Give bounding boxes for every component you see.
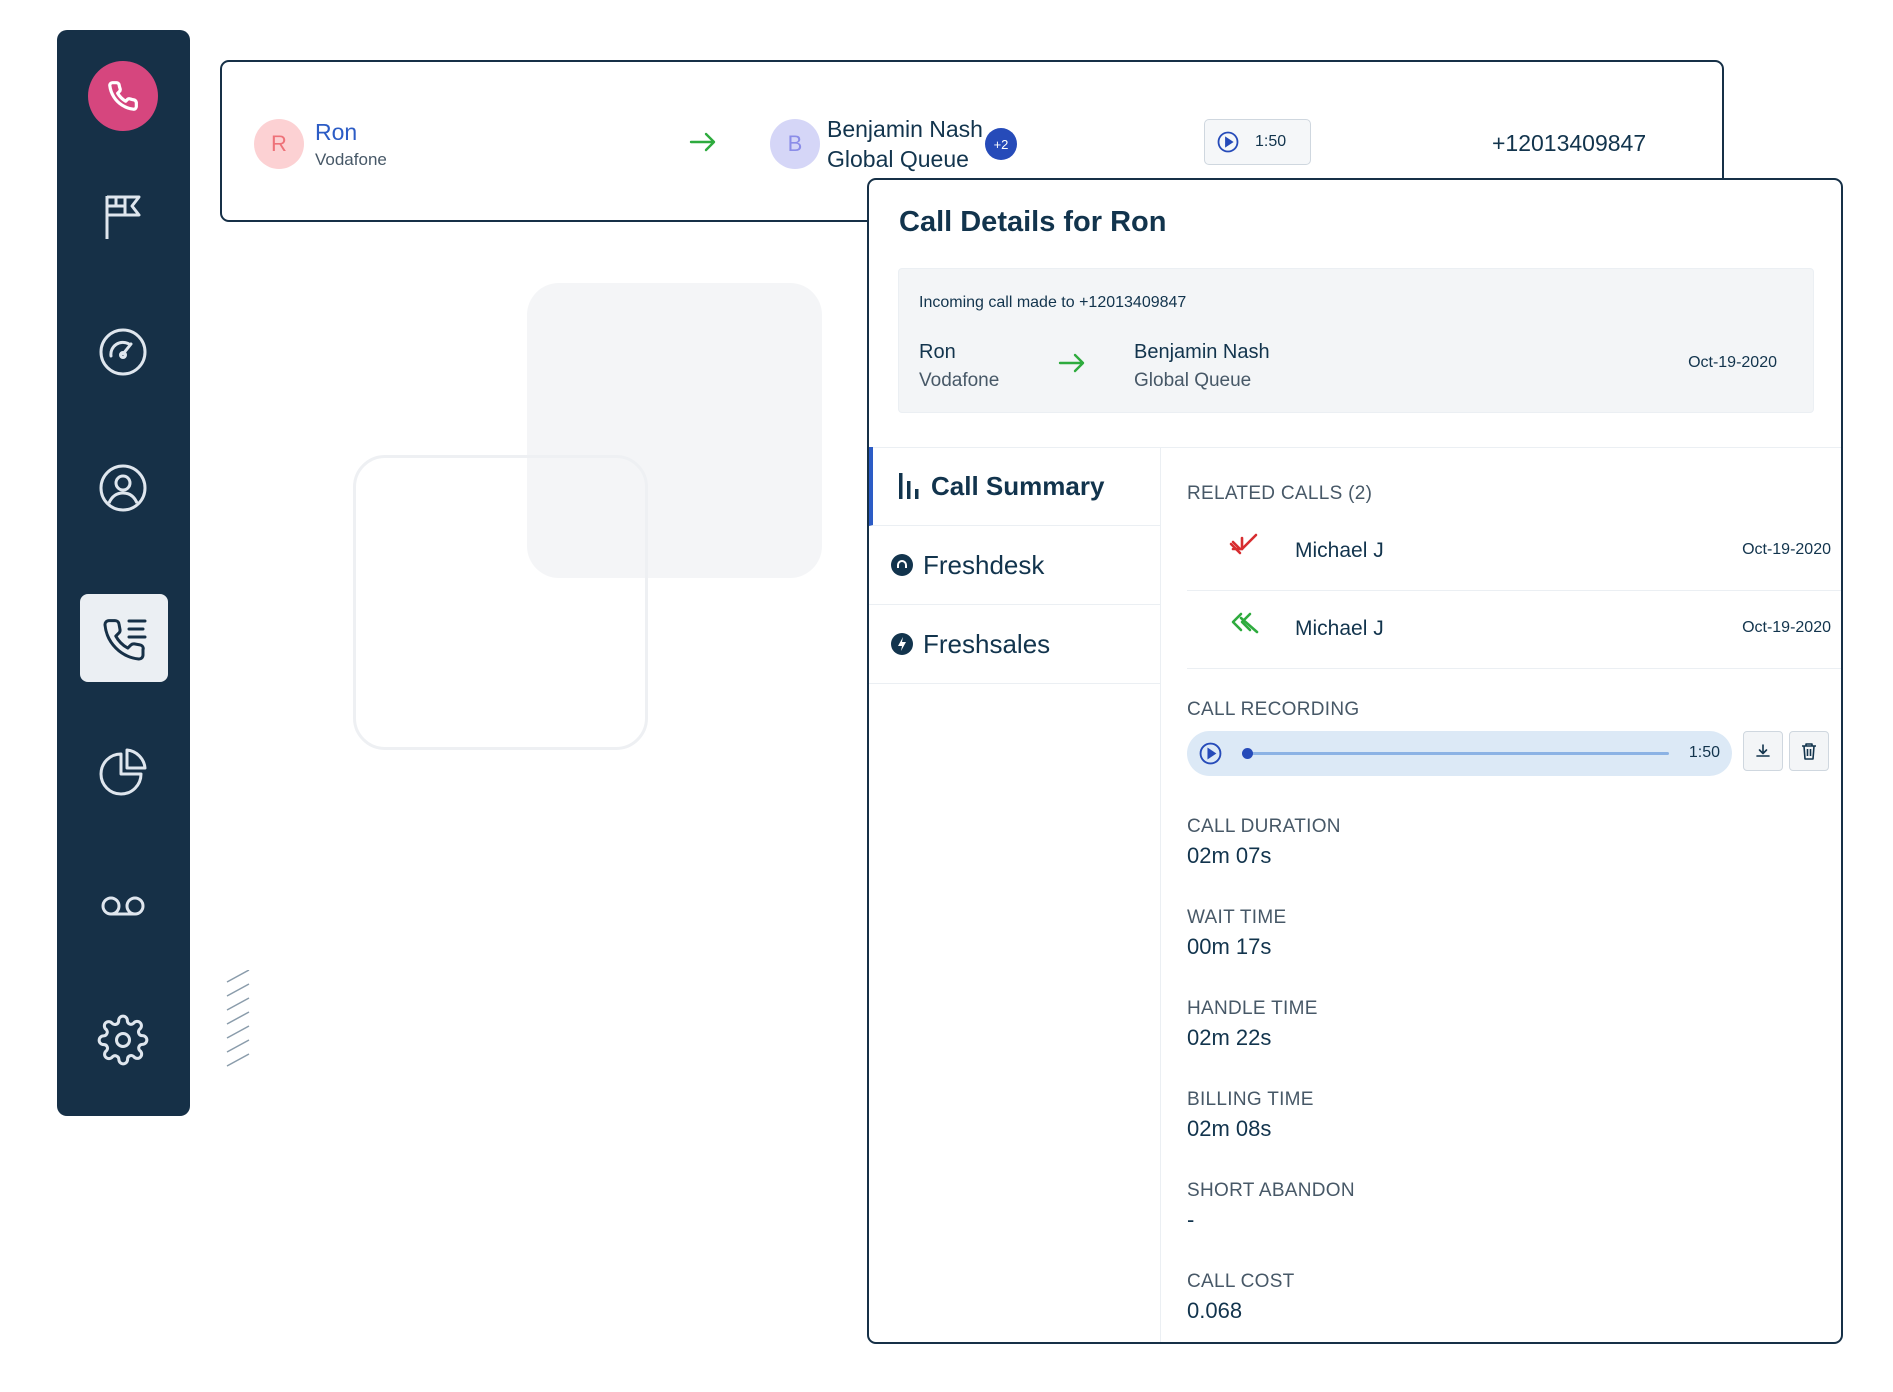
agent-count-badge[interactable]: +2 bbox=[985, 128, 1017, 160]
sidebar-item-dashboard[interactable] bbox=[79, 308, 167, 396]
detail-tabs: Call Summary Freshdesk Freshsales bbox=[869, 447, 1161, 1342]
caller-avatar: R bbox=[254, 119, 304, 169]
related-calls-label: RELATED CALLS (2) bbox=[1187, 483, 1373, 504]
tab-freshdesk[interactable]: Freshdesk bbox=[869, 526, 1161, 605]
stat-value: 02m 22s bbox=[1187, 1025, 1272, 1050]
phone-number: +12013409847 bbox=[1492, 130, 1647, 156]
related-call-row[interactable]: Michael J Oct-19-2020 bbox=[1187, 591, 1841, 669]
flag-icon bbox=[105, 195, 141, 239]
tab-freshsales[interactable]: Freshsales bbox=[869, 605, 1161, 684]
stat-label: CALL DURATION bbox=[1187, 816, 1341, 837]
play-icon[interactable] bbox=[1199, 742, 1222, 765]
sidebar-item-settings[interactable] bbox=[79, 996, 167, 1084]
trash-icon bbox=[1802, 743, 1816, 760]
tab-label: Freshsales bbox=[923, 628, 1051, 659]
related-call-name: Michael J bbox=[1295, 617, 1384, 640]
call-summary-content: RELATED CALLS (2) Michael J Oct-19-2020 … bbox=[1187, 447, 1841, 1342]
bar-chart-icon bbox=[899, 473, 919, 499]
missed-call-icon bbox=[1229, 533, 1258, 555]
stat-label: SHORT ABANDON bbox=[1187, 1180, 1355, 1201]
call-info-box: Incoming call made to +12013409847 Ron V… bbox=[898, 268, 1814, 413]
settings-icon bbox=[97, 1014, 149, 1066]
download-icon bbox=[1756, 744, 1770, 757]
stat-value: 02m 07s bbox=[1187, 843, 1272, 868]
sidebar-item-voicemail[interactable] bbox=[79, 862, 167, 950]
from-sub: Vodafone bbox=[919, 370, 1000, 391]
incoming-call-icon bbox=[1231, 612, 1259, 634]
stat-value: 02m 08s bbox=[1187, 1116, 1272, 1141]
sidebar-item-reports[interactable] bbox=[79, 728, 167, 816]
caller-carrier: Vodafone bbox=[315, 150, 387, 169]
from-name: Ron bbox=[919, 341, 956, 363]
panel-title: Call Details for Ron bbox=[899, 206, 1167, 238]
tab-call-summary[interactable]: Call Summary bbox=[869, 447, 1161, 526]
recording-player: 1:50 bbox=[1187, 731, 1732, 776]
agent-avatar: B bbox=[770, 119, 820, 169]
agent-queue: Global Queue bbox=[827, 146, 969, 172]
play-icon bbox=[1217, 131, 1239, 153]
download-button[interactable] bbox=[1743, 731, 1783, 771]
recording-progress-track[interactable] bbox=[1242, 748, 1669, 759]
stat-label: BILLING TIME bbox=[1187, 1089, 1314, 1110]
phone-icon bbox=[108, 81, 138, 111]
phone-button[interactable] bbox=[88, 61, 158, 131]
delete-button[interactable] bbox=[1789, 731, 1829, 771]
to-name: Benjamin Nash bbox=[1134, 341, 1270, 363]
caller-name[interactable]: Ron bbox=[315, 119, 357, 146]
related-call-date: Oct-19-2020 bbox=[1742, 619, 1831, 636]
tab-label: Call Summary bbox=[931, 470, 1105, 501]
sidebar-item-contacts[interactable] bbox=[79, 444, 167, 532]
voicemail-icon bbox=[101, 896, 145, 916]
recording-time: 1:50 bbox=[1688, 744, 1720, 761]
call-timer: 1:50 bbox=[1255, 133, 1287, 150]
stat-value: 0.068 bbox=[1187, 1298, 1243, 1323]
stat-value: 00m 17s bbox=[1187, 934, 1272, 959]
sidebar-nav bbox=[57, 30, 190, 1116]
arrow-right-icon bbox=[689, 132, 716, 152]
progress-handle[interactable] bbox=[1242, 748, 1253, 759]
sidebar-item-call-log[interactable] bbox=[80, 594, 168, 682]
call-recording-label: CALL RECORDING bbox=[1187, 699, 1360, 720]
call-log-icon bbox=[103, 619, 147, 661]
stat-label: CALL COST bbox=[1187, 1271, 1295, 1292]
stat-label: WAIT TIME bbox=[1187, 907, 1287, 928]
related-call-row[interactable]: Michael J Oct-19-2020 bbox=[1187, 513, 1841, 591]
call-timer-button[interactable]: 1:50 bbox=[1204, 119, 1311, 165]
tab-label: Freshdesk bbox=[923, 549, 1045, 580]
sidebar-item-tickets[interactable] bbox=[79, 172, 167, 260]
dashboard-icon bbox=[99, 328, 147, 376]
agent-name: Benjamin Nash bbox=[827, 116, 983, 142]
reports-icon bbox=[99, 748, 147, 796]
background-decoration bbox=[353, 455, 648, 750]
freshsales-icon bbox=[891, 633, 913, 655]
hatch-decoration bbox=[226, 970, 250, 1067]
freshdesk-icon bbox=[891, 554, 913, 576]
call-date: Oct-19-2020 bbox=[1688, 354, 1777, 371]
contacts-icon bbox=[99, 464, 147, 512]
call-details-panel: Call Details for Ron Incoming call made … bbox=[867, 178, 1843, 1344]
call-info-heading: Incoming call made to +12013409847 bbox=[919, 294, 1187, 311]
stat-label: HANDLE TIME bbox=[1187, 998, 1318, 1019]
to-sub: Global Queue bbox=[1134, 370, 1252, 391]
arrow-right-icon bbox=[1058, 353, 1085, 373]
related-call-name: Michael J bbox=[1295, 539, 1384, 562]
stat-value: - bbox=[1187, 1207, 1195, 1232]
related-call-date: Oct-19-2020 bbox=[1742, 541, 1831, 558]
